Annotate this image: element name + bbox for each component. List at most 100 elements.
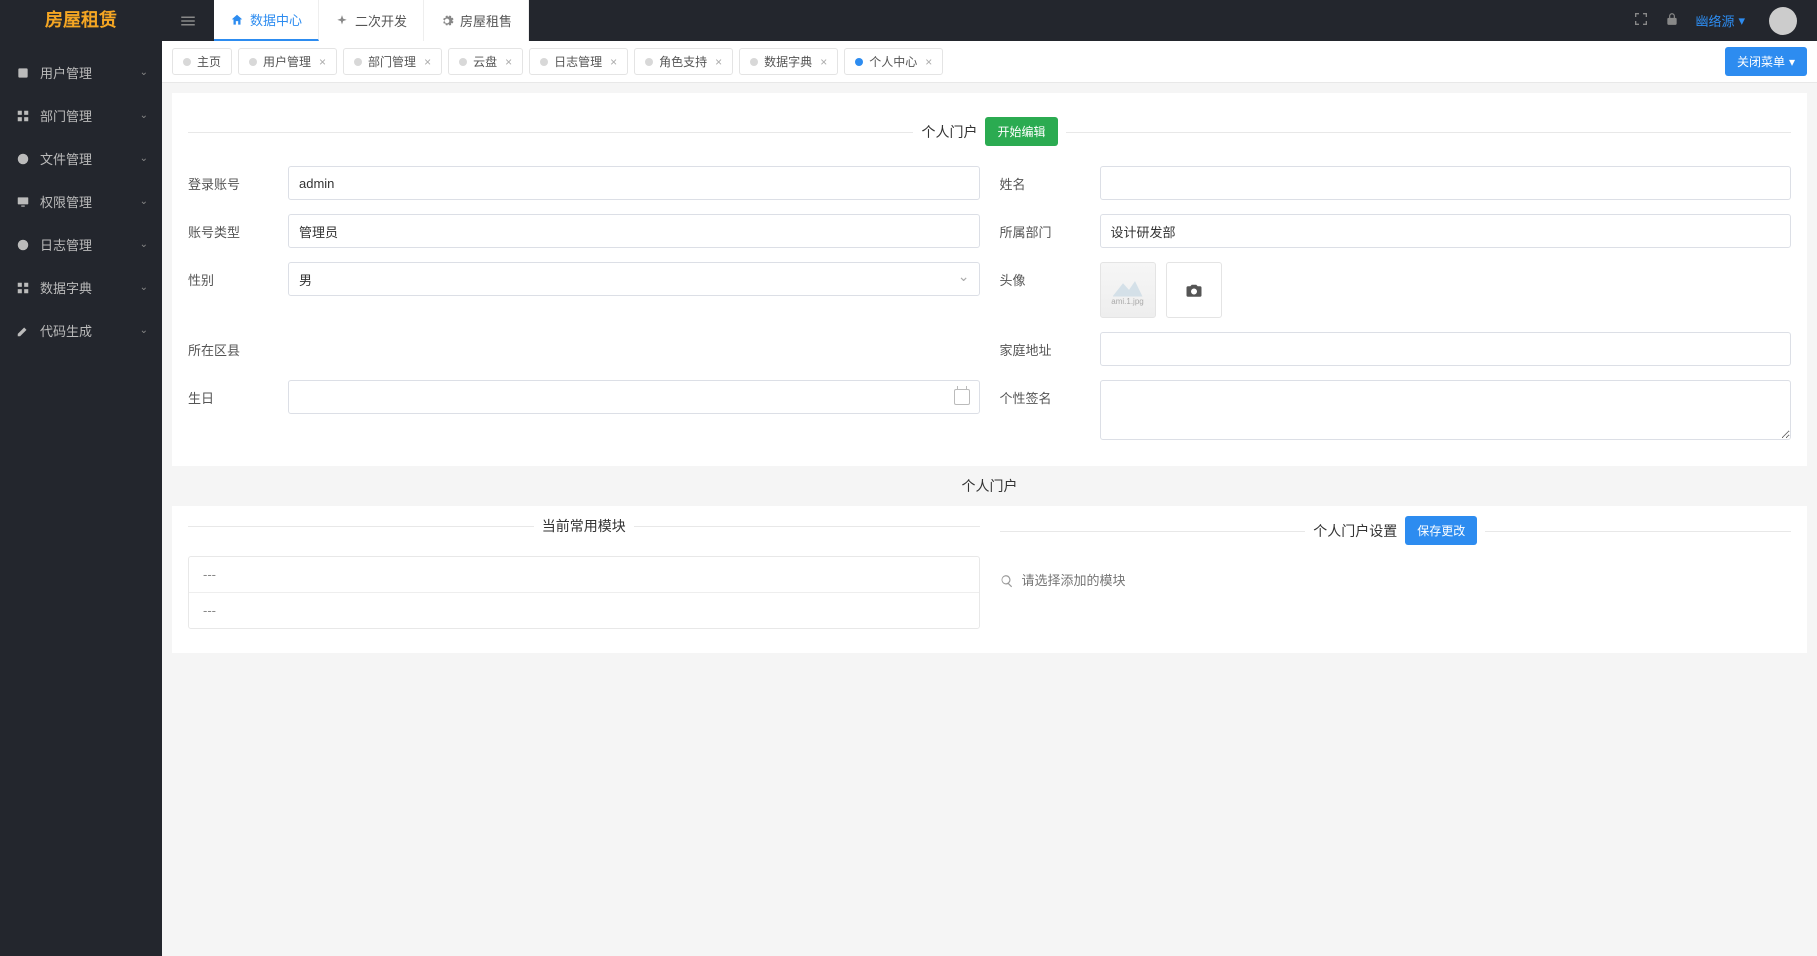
top-header: 房屋租赁 数据中心 二次开发 房屋租售 <box>0 0 1817 41</box>
module-row[interactable]: --- <box>189 557 979 593</box>
signature-textarea[interactable] <box>1100 380 1792 440</box>
sidebar-item-file[interactable]: 文件管理 ⌄ <box>0 137 162 180</box>
avatar-thumbnail[interactable]: ami.1.jpg <box>1100 262 1156 318</box>
gender-select[interactable] <box>288 262 980 296</box>
page-tab-label: 个人中心 <box>869 53 917 70</box>
module-search-input[interactable] <box>1022 573 1792 588</box>
top-tab-label: 房屋租售 <box>460 11 512 30</box>
close-menu-label: 关闭菜单 <box>1737 53 1785 70</box>
current-modules-section: 当前常用模块 --- --- <box>188 516 980 629</box>
region-label: 所在区县 <box>188 332 268 359</box>
camera-icon <box>1185 281 1203 299</box>
chevron-down-icon: ▾ <box>1738 13 1745 29</box>
sidebar-label: 代码生成 <box>40 321 92 340</box>
login-label: 登录账号 <box>188 166 268 193</box>
page-tab[interactable]: 数据字典× <box>739 48 838 75</box>
tab-status-dot-icon <box>750 58 758 66</box>
home-icon <box>230 13 244 27</box>
type-input[interactable] <box>288 214 980 248</box>
lock-icon[interactable] <box>1665 12 1679 29</box>
tab-status-dot-icon <box>249 58 257 66</box>
profile-panel: 个人门户 开始编辑 登录账号 姓名 账号类型 所属部门 性别 头像 <box>172 93 1807 653</box>
chevron-down-icon: ⌄ <box>140 67 148 78</box>
birthday-input[interactable] <box>288 380 980 414</box>
tab-status-dot-icon <box>459 58 467 66</box>
close-icon[interactable]: × <box>715 55 722 69</box>
close-icon[interactable]: × <box>610 55 617 69</box>
login-input[interactable] <box>288 166 980 200</box>
module-row[interactable]: --- <box>189 593 979 628</box>
sidebar-label: 权限管理 <box>40 192 92 211</box>
sidebar-label: 日志管理 <box>40 235 92 254</box>
address-input[interactable] <box>1100 332 1792 366</box>
chevron-down-icon: ▾ <box>1789 55 1795 69</box>
close-icon[interactable]: × <box>925 55 932 69</box>
grid-icon <box>16 281 30 295</box>
page-tab[interactable]: 部门管理 × <box>343 48 442 75</box>
page-tab[interactable]: 云盘 × <box>448 48 523 75</box>
sidebar-item-user[interactable]: 用户管理 ⌄ <box>0 51 162 94</box>
sidebar-item-codegen[interactable]: 代码生成 ⌄ <box>0 309 162 352</box>
chevron-down-icon: ⌄ <box>140 239 148 250</box>
sidebar-item-log[interactable]: 日志管理 ⌄ <box>0 223 162 266</box>
avatar-filename: ami.1.jpg <box>1111 297 1143 306</box>
avatar-upload-button[interactable] <box>1166 262 1222 318</box>
name-input[interactable] <box>1100 166 1792 200</box>
signature-label: 个性签名 <box>1000 380 1080 407</box>
profile-form: 登录账号 姓名 账号类型 所属部门 性别 头像 ami.1.jpg <box>188 166 1791 440</box>
sidebar-item-permission[interactable]: 权限管理 ⌄ <box>0 180 162 223</box>
pencil-icon <box>16 324 30 338</box>
close-icon[interactable]: × <box>424 55 431 69</box>
tab-status-dot-icon <box>183 58 191 66</box>
page-tab-label: 云盘 <box>473 53 497 70</box>
save-changes-button[interactable]: 保存更改 <box>1405 516 1477 545</box>
gender-label: 性别 <box>188 262 268 289</box>
top-right: 幽络源 ▾ <box>1633 7 1817 35</box>
page-tabs: 主页用户管理×部门管理×云盘×日志管理×角色支持×数据字典×个人中心× 关闭菜单… <box>162 41 1817 83</box>
grid-icon <box>16 109 30 123</box>
chevron-down-icon: ⌄ <box>140 153 148 164</box>
type-label: 账号类型 <box>188 214 268 241</box>
close-icon[interactable]: × <box>505 55 512 69</box>
top-tab-house-rent[interactable]: 房屋租售 <box>424 0 529 41</box>
page-tab[interactable]: 主页 <box>172 48 232 75</box>
dept-label: 所属部门 <box>1000 214 1080 241</box>
close-icon[interactable]: × <box>820 55 827 69</box>
page-tab-label: 部门管理 <box>368 53 416 70</box>
chevron-down-icon: ⌄ <box>140 110 148 121</box>
page-tab[interactable]: 日志管理 × <box>529 48 628 75</box>
top-tab-secondary-dev[interactable]: 二次开发 <box>319 0 424 41</box>
page-tab[interactable]: 用户管理× <box>238 48 337 75</box>
page-tab[interactable]: 角色支持 × <box>634 48 733 75</box>
page-tab[interactable]: 个人中心 × <box>844 48 943 75</box>
sparkle-icon <box>335 14 349 28</box>
close-icon[interactable]: × <box>319 55 326 69</box>
main: 主页用户管理×部门管理×云盘×日志管理×角色支持×数据字典×个人中心× 关闭菜单… <box>162 41 1817 956</box>
app-logo: 房屋租赁 <box>0 0 162 41</box>
portal-settings-title: 个人门户设置 <box>1313 521 1397 541</box>
user-menu[interactable]: 幽络源 ▾ <box>1695 11 1745 30</box>
profile-section-title: 个人门户 <box>921 122 977 142</box>
page-tab-label: 日志管理 <box>554 53 602 70</box>
dept-input[interactable] <box>1100 214 1792 248</box>
fullscreen-icon[interactable] <box>1633 11 1649 30</box>
sidebar-toggle[interactable] <box>162 0 214 41</box>
start-edit-button[interactable]: 开始编辑 <box>985 117 1057 146</box>
search-icon <box>1000 574 1014 588</box>
tab-status-dot-icon <box>855 58 863 66</box>
sidebar-item-dict[interactable]: 数据字典 ⌄ <box>0 266 162 309</box>
birthday-label: 生日 <box>188 380 268 407</box>
user-avatar[interactable] <box>1769 7 1797 35</box>
sidebar-item-dept[interactable]: 部门管理 ⌄ <box>0 94 162 137</box>
page-tab-label: 主页 <box>197 53 221 70</box>
module-search[interactable] <box>1000 565 1792 596</box>
current-modules-title: 当前常用模块 <box>542 516 626 536</box>
user-icon <box>16 66 30 80</box>
profile-section-header: 个人门户 开始编辑 <box>188 117 1791 146</box>
chevron-down-icon: ⌄ <box>140 325 148 336</box>
close-menu-button[interactable]: 关闭菜单 ▾ <box>1725 47 1807 76</box>
page-tab-label: 角色支持 <box>659 53 707 70</box>
avatar-label: 头像 <box>1000 262 1080 289</box>
chevron-down-icon: ⌄ <box>140 282 148 293</box>
top-tab-data-center[interactable]: 数据中心 <box>214 0 319 41</box>
